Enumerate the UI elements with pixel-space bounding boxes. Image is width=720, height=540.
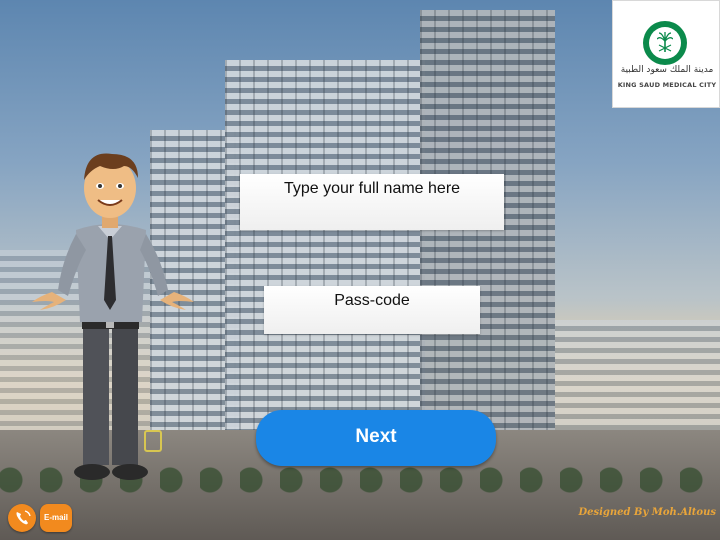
next-button-label: Next — [355, 426, 397, 447]
document-icon — [144, 430, 162, 452]
logo-english-name: KING SAUD MEDICAL CITY — [617, 81, 717, 89]
next-button[interactable]: Next — [256, 410, 496, 466]
palm-swords-emblem-icon — [643, 21, 687, 65]
email-button[interactable]: E-mail — [40, 504, 72, 532]
designer-credit: Designed By Moh.Altous — [578, 507, 716, 518]
full-name-placeholder: Type your full name here — [283, 180, 461, 197]
main-building-right-tower — [420, 10, 555, 470]
presenter-character-icon — [32, 153, 194, 480]
email-button-label: E-mail — [43, 513, 68, 522]
phone-button[interactable] — [8, 504, 36, 532]
hospital-logo: مدينة الملك سعود الطبية KING SAUD MEDICA… — [612, 0, 720, 108]
palm-tree-icon — [657, 32, 673, 52]
passcode-input[interactable]: Pass-code — [264, 286, 480, 334]
logo-arabic-name: مدينة الملك سعود الطبية — [620, 65, 714, 75]
full-name-input[interactable]: Type your full name here — [240, 174, 504, 230]
phone-icon — [16, 510, 31, 525]
passcode-placeholder: Pass-code — [334, 292, 410, 309]
